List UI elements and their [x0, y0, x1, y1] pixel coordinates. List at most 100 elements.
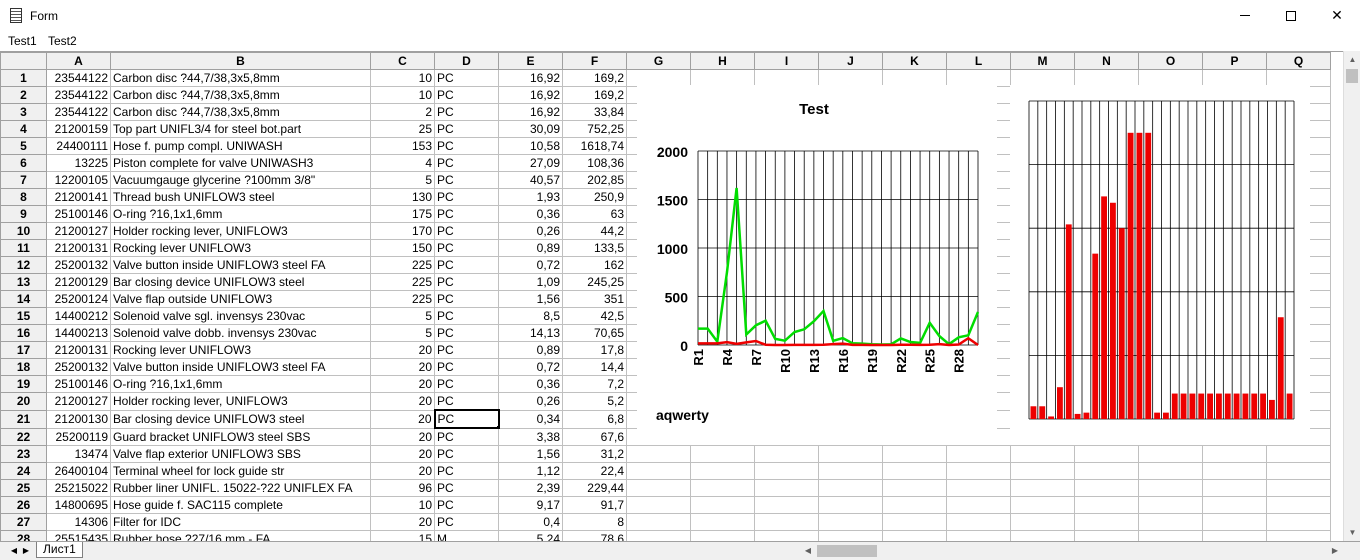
cell-F13[interactable]: 245,25	[562, 273, 627, 291]
cell-H23[interactable]	[690, 445, 755, 463]
cell-A3[interactable]: 23544122	[46, 103, 111, 121]
column-header[interactable]: Q	[1266, 52, 1331, 70]
row-header[interactable]: 1	[0, 69, 47, 87]
column-header[interactable]: I	[754, 52, 819, 70]
cell-A4[interactable]: 21200159	[46, 120, 111, 138]
cell-K23[interactable]	[882, 445, 947, 463]
cell-F14[interactable]: 351	[562, 290, 627, 308]
cell-J26[interactable]	[818, 496, 883, 514]
cell-F4[interactable]: 752,25	[562, 120, 627, 138]
cell-C16[interactable]: 5	[370, 324, 435, 342]
cell-F8[interactable]: 250,9	[562, 188, 627, 206]
cell-F15[interactable]: 42,5	[562, 307, 627, 325]
cell-D21[interactable]: PC	[433, 409, 500, 429]
cell-C10[interactable]: 170	[370, 222, 435, 240]
cell-F21[interactable]: 6,8	[562, 409, 627, 429]
cell-A25[interactable]: 25215022	[46, 479, 111, 497]
cell-A15[interactable]: 14400212	[46, 307, 111, 325]
cell-C8[interactable]: 130	[370, 188, 435, 206]
cell-B1[interactable]: Carbon disc ?44,7/38,3x5,8mm	[110, 69, 371, 87]
cell-F10[interactable]: 44,2	[562, 222, 627, 240]
cell-A24[interactable]: 26400104	[46, 462, 111, 480]
cell-A27[interactable]: 14306	[46, 513, 111, 531]
cell-A11[interactable]: 21200131	[46, 239, 111, 257]
cell-I27[interactable]	[754, 513, 819, 531]
cell-J23[interactable]	[818, 445, 883, 463]
cell-A22[interactable]: 25200119	[46, 427, 111, 446]
cell-E22[interactable]: 3,38	[498, 427, 563, 446]
cell-A12[interactable]: 25200132	[46, 256, 111, 274]
cell-D25[interactable]: PC	[434, 479, 499, 497]
cell-G1[interactable]	[626, 69, 691, 87]
cell-L23[interactable]	[946, 445, 1011, 463]
cell-D9[interactable]: PC	[434, 205, 499, 223]
cell-C18[interactable]: 20	[370, 358, 435, 376]
row-header[interactable]: 6	[0, 154, 47, 172]
cell-O23[interactable]	[1138, 445, 1203, 463]
row-header[interactable]: 15	[0, 307, 47, 325]
cell-K24[interactable]	[882, 462, 947, 480]
cell-D23[interactable]: PC	[434, 445, 499, 463]
cell-E5[interactable]: 10,58	[498, 137, 563, 155]
cell-E4[interactable]: 30,09	[498, 120, 563, 138]
cell-A28[interactable]: 25515435	[46, 530, 111, 541]
cell-C5[interactable]: 153	[370, 137, 435, 155]
cell-L25[interactable]	[946, 479, 1011, 497]
cell-E23[interactable]: 1,56	[498, 445, 563, 463]
cell-Q1[interactable]	[1266, 69, 1331, 87]
column-header[interactable]: E	[498, 52, 563, 70]
cell-C2[interactable]: 10	[370, 86, 435, 104]
cell-D18[interactable]: PC	[434, 358, 499, 376]
cell-E12[interactable]: 0,72	[498, 256, 563, 274]
cell-F24[interactable]: 22,4	[562, 462, 627, 480]
cell-E11[interactable]: 0,89	[498, 239, 563, 257]
cell-D15[interactable]: PC	[434, 307, 499, 325]
cell-B15[interactable]: Solenoid valve sgl. invensys 230vac	[110, 307, 371, 325]
cell-J24[interactable]	[818, 462, 883, 480]
row-header[interactable]: 17	[0, 341, 47, 359]
cell-A19[interactable]: 25100146	[46, 375, 111, 393]
cell-B23[interactable]: Valve flap exterior UNIFLOW3 SBS	[110, 445, 371, 463]
cell-D11[interactable]: PC	[434, 239, 499, 257]
cell-C17[interactable]: 20	[370, 341, 435, 359]
cell-C23[interactable]: 20	[370, 445, 435, 463]
cell-C27[interactable]: 20	[370, 513, 435, 531]
cell-P23[interactable]	[1202, 445, 1267, 463]
cell-B16[interactable]: Solenoid valve dobb. invensys 230vac	[110, 324, 371, 342]
cell-E25[interactable]: 2,39	[498, 479, 563, 497]
cell-D24[interactable]: PC	[434, 462, 499, 480]
cell-P1[interactable]	[1202, 69, 1267, 87]
cell-A8[interactable]: 21200141	[46, 188, 111, 206]
corner-cell[interactable]	[0, 52, 47, 70]
cell-N27[interactable]	[1074, 513, 1139, 531]
row-header[interactable]: 26	[0, 496, 47, 514]
row-header[interactable]: 8	[0, 188, 47, 206]
cell-F9[interactable]: 63	[562, 205, 627, 223]
cell-F22[interactable]: 67,6	[562, 427, 627, 446]
cell-K25[interactable]	[882, 479, 947, 497]
cell-C28[interactable]: 15	[370, 530, 435, 541]
cell-E17[interactable]: 0,89	[498, 341, 563, 359]
cell-A7[interactable]: 12200105	[46, 171, 111, 189]
row-header[interactable]: 28	[0, 530, 47, 541]
column-header[interactable]: P	[1202, 52, 1267, 70]
row-header[interactable]: 9	[0, 205, 47, 223]
cell-E1[interactable]: 16,92	[498, 69, 563, 87]
cell-E8[interactable]: 1,93	[498, 188, 563, 206]
cell-A16[interactable]: 14400213	[46, 324, 111, 342]
row-header[interactable]: 20	[0, 392, 47, 411]
cell-M25[interactable]	[1010, 479, 1075, 497]
cell-A1[interactable]: 23544122	[46, 69, 111, 87]
cell-B8[interactable]: Thread bush UNIFLOW3 steel	[110, 188, 371, 206]
tab-prev-icon[interactable]: ◀	[8, 545, 20, 557]
cell-A5[interactable]: 24400111	[46, 137, 111, 155]
cell-J27[interactable]	[818, 513, 883, 531]
cell-C14[interactable]: 225	[370, 290, 435, 308]
cell-K27[interactable]	[882, 513, 947, 531]
cell-N23[interactable]	[1074, 445, 1139, 463]
cell-K26[interactable]	[882, 496, 947, 514]
cell-D12[interactable]: PC	[434, 256, 499, 274]
cell-B26[interactable]: Hose guide f. SAC115 complete	[110, 496, 371, 514]
cell-L26[interactable]	[946, 496, 1011, 514]
row-header[interactable]: 3	[0, 103, 47, 121]
